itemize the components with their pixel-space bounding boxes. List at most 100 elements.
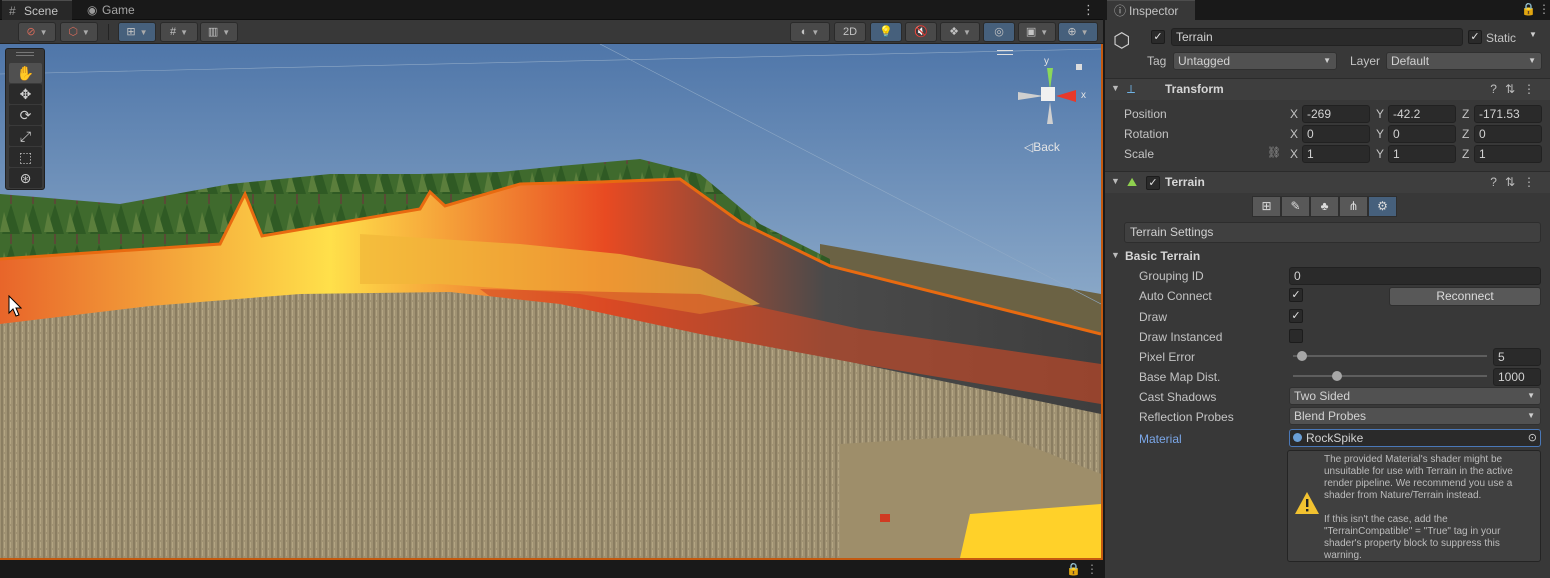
material-field[interactable]: RockSpike ⊙ xyxy=(1289,429,1541,447)
position-z-field[interactable]: -171.53 xyxy=(1474,105,1542,123)
gameobject-cube-icon[interactable]: ⬡ xyxy=(1113,28,1139,54)
kebab-menu-icon[interactable]: ⋮ xyxy=(1082,2,1095,18)
view-back-label[interactable]: ◁Back xyxy=(1024,140,1060,154)
move-tool-button[interactable]: ✥ xyxy=(9,84,42,104)
presets-icon[interactable]: ⇅ xyxy=(1505,82,1523,96)
tool-palette: ✋ ✥ ⟳ ⤢ ⬚ ⊛ xyxy=(5,48,45,190)
hidden-objects-toggle[interactable]: ◎ xyxy=(983,22,1015,42)
help-icon[interactable]: ? xyxy=(1490,82,1505,96)
orientation-gizmo[interactable]: y x xyxy=(1010,56,1090,141)
view-2d-toggle[interactable]: 2D xyxy=(834,22,866,42)
scene-viewport[interactable] xyxy=(0,44,1103,560)
kebab-menu-icon[interactable]: ⋮ xyxy=(1523,82,1543,96)
grouping-id-field[interactable]: 0 xyxy=(1289,267,1541,285)
rotation-y-field[interactable]: 0 xyxy=(1388,125,1456,143)
terrain-details-button[interactable]: ⋔ xyxy=(1339,196,1368,217)
camera-dropdown[interactable]: ▣ ▼ xyxy=(1018,22,1056,42)
camera-icon: ▣ xyxy=(1025,26,1037,38)
axis-z-label: Z xyxy=(1462,147,1470,161)
cast-shadows-dropdown[interactable]: Two Sided ▼ xyxy=(1289,387,1541,405)
pixel-error-slider-track[interactable] xyxy=(1293,355,1487,357)
drag-handle[interactable] xyxy=(16,52,34,56)
scale-x-field[interactable]: 1 xyxy=(1302,145,1370,163)
axis-z-label: Z xyxy=(1462,107,1470,121)
transform-tool-button[interactable]: ⊛ xyxy=(9,168,42,188)
auto-connect-checkbox[interactable]: ✓ xyxy=(1289,288,1303,302)
scale-z-field[interactable]: 1 xyxy=(1474,145,1542,163)
chevron-down-icon: ▼ xyxy=(1528,56,1536,65)
terrain-settings-button[interactable]: ⚙ xyxy=(1368,196,1397,217)
rotation-x-field[interactable]: 0 xyxy=(1302,125,1370,143)
local-global-dropdown[interactable]: ⬡ ▼ xyxy=(60,22,98,42)
draw-checkbox[interactable]: ✓ xyxy=(1289,309,1303,323)
basic-terrain-title[interactable]: Basic Terrain xyxy=(1125,248,1200,264)
paint-terrain-icon: ✎ xyxy=(1290,199,1301,213)
position-y-field[interactable]: -42.2 xyxy=(1388,105,1456,123)
object-name-field[interactable]: Terrain xyxy=(1171,28,1463,46)
increment-snap-dropdown[interactable]: ▥ ▼ xyxy=(200,22,238,42)
base-map-slider-knob[interactable] xyxy=(1331,371,1342,381)
hash-grid-icon: # xyxy=(9,4,16,18)
terrain-settings-label: Terrain Settings xyxy=(1124,222,1541,243)
gizmos-dropdown[interactable]: ⊕ ▼ xyxy=(1058,22,1098,42)
lock-icon[interactable]: 🔒 xyxy=(1521,2,1536,16)
terrain-component-header[interactable]: ▼ ⛰ ✓ Terrain ?⇅⋮ xyxy=(1105,171,1550,193)
chevron-down-icon: ▼ xyxy=(81,28,90,37)
rotation-label: Rotation xyxy=(1124,127,1169,141)
chevron-down-icon: ▼ xyxy=(962,28,971,37)
reconnect-button[interactable]: Reconnect xyxy=(1389,287,1541,306)
help-icon[interactable]: ? xyxy=(1490,175,1505,189)
layer-label: Layer xyxy=(1350,54,1381,68)
lock-icon[interactable]: 🔒 xyxy=(1066,562,1081,576)
lighting-toggle[interactable]: 💡 xyxy=(870,22,902,42)
component-header-icons[interactable]: ?⇅⋮ xyxy=(1490,82,1543,96)
effects-dropdown[interactable]: ❖ ▼ xyxy=(940,22,980,42)
shader-warning-text: The provided Material's shader might be … xyxy=(1324,454,1513,561)
scale-tool-button[interactable]: ⤢ xyxy=(9,126,42,146)
tab-game[interactable]: ◉ Game xyxy=(80,0,150,20)
kebab-menu-icon[interactable]: ⋮ xyxy=(1086,562,1098,576)
tab-inspector[interactable]: ⓘ Inspector xyxy=(1107,0,1195,20)
object-picker-icon[interactable]: ⊙ xyxy=(1528,430,1537,446)
next-section-peek xyxy=(1125,573,1215,578)
constrain-proportions-icon[interactable]: ⛓ xyxy=(1267,146,1281,159)
tab-scene[interactable]: # Scene xyxy=(2,0,72,20)
draw-instanced-checkbox[interactable] xyxy=(1289,329,1303,343)
terrain-enabled-checkbox[interactable]: ✓ xyxy=(1146,176,1160,190)
tag-label: Tag xyxy=(1147,54,1167,68)
position-x-field[interactable]: -269 xyxy=(1302,105,1370,123)
terrain-trees-button[interactable]: ♣ xyxy=(1310,196,1339,217)
axis-x-label: X xyxy=(1290,127,1299,141)
rotation-z-field[interactable]: 0 xyxy=(1474,125,1542,143)
rect-tool-button[interactable]: ⬚ xyxy=(9,147,42,167)
grid-visibility-dropdown[interactable]: # ▼ xyxy=(160,22,198,42)
base-map-dist-field[interactable]: 1000 xyxy=(1493,368,1541,386)
active-checkbox[interactable]: ✓ xyxy=(1151,30,1165,44)
draw-mode-dropdown[interactable]: ◐ ▼ xyxy=(790,22,830,42)
reflection-probes-dropdown[interactable]: Blend Probes ▼ xyxy=(1289,407,1541,425)
chevron-down-icon[interactable]: ▼ xyxy=(1529,30,1537,39)
scale-y-field[interactable]: 1 xyxy=(1388,145,1456,163)
base-map-slider-track[interactable] xyxy=(1293,375,1487,377)
tag-dropdown[interactable]: Untagged ▼ xyxy=(1173,52,1337,70)
kebab-menu-icon[interactable]: ⋮ xyxy=(1538,2,1550,16)
rotate-tool-button[interactable]: ⟳ xyxy=(9,105,42,125)
layer-dropdown[interactable]: Default ▼ xyxy=(1386,52,1542,70)
foldout-arrow-icon[interactable]: ▼ xyxy=(1111,250,1120,260)
static-checkbox[interactable]: ✓ xyxy=(1468,30,1482,44)
material-label: Material xyxy=(1139,432,1182,446)
audio-toggle[interactable]: 🔇 xyxy=(905,22,937,42)
presets-icon[interactable]: ⇅ xyxy=(1505,175,1523,189)
transform-header[interactable]: ▼ ⟂ Transform ?⇅⋮ xyxy=(1105,78,1550,100)
grid-snapping-toggle[interactable]: ⊞ ▼ xyxy=(118,22,156,42)
kebab-menu-icon[interactable]: ⋮ xyxy=(1523,175,1543,189)
terrain-add-tile-button[interactable]: ⊞ xyxy=(1252,196,1281,217)
component-header-icons[interactable]: ?⇅⋮ xyxy=(1490,175,1543,189)
back-arrow-icon: ◁ xyxy=(1024,140,1034,154)
terrain-paint-button[interactable]: ✎ xyxy=(1281,196,1310,217)
gizmo-pivot-dropdown[interactable]: ⊘ ▼ xyxy=(18,22,56,42)
pixel-error-field[interactable]: 5 xyxy=(1493,348,1541,366)
overlay-menu-handle[interactable] xyxy=(997,50,1013,55)
pixel-error-slider-knob[interactable] xyxy=(1296,351,1307,361)
hand-tool-button[interactable]: ✋ xyxy=(9,63,42,83)
